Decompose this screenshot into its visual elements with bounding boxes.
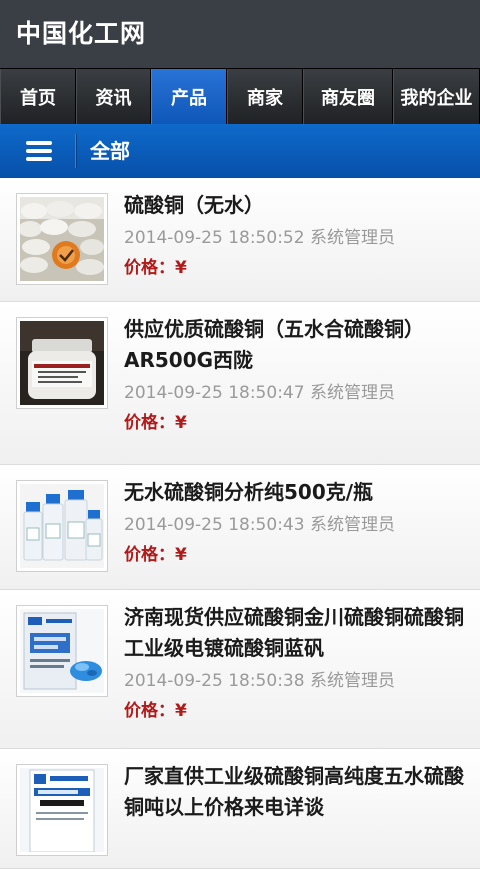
product-datetime: 2014-09-25 18:50:52 xyxy=(124,228,305,248)
header-divider xyxy=(75,134,77,168)
product-bag-label-image xyxy=(20,768,104,852)
product-title[interactable]: 济南现货供应硫酸铜金川硫酸铜硫酸铜工业级电镀硫酸铜蓝矾 xyxy=(124,602,469,664)
product-thumbnail[interactable] xyxy=(16,480,108,572)
reagent-bottles-image xyxy=(20,484,104,568)
product-datetime: 2014-09-25 18:50:47 xyxy=(124,383,305,403)
product-author: 系统管理员 xyxy=(309,515,395,535)
product-meta: 2014-09-25 18:50:43 系统管理员 xyxy=(124,510,469,540)
product-author: 系统管理员 xyxy=(309,671,395,691)
tab-products[interactable]: 产品 xyxy=(151,69,227,125)
product-thumbnail[interactable] xyxy=(16,605,108,697)
stacked-sacks-image xyxy=(20,197,104,281)
product-info: 济南现货供应硫酸铜金川硫酸铜硫酸铜工业级电镀硫酸铜蓝矾 2014-09-25 1… xyxy=(124,602,469,726)
product-meta: 2014-09-25 18:50:52 系统管理员 xyxy=(124,223,469,253)
product-price: 价格：¥ xyxy=(124,701,187,721)
product-list: 硫酸铜（无水） 2014-09-25 18:50:52 系统管理员 价格：¥ 供… xyxy=(0,178,480,869)
product-item[interactable]: 济南现货供应硫酸铜金川硫酸铜硫酸铜工业级电镀硫酸铜蓝矾 2014-09-25 1… xyxy=(0,590,480,749)
product-title[interactable]: 硫酸铜（无水） xyxy=(124,190,469,221)
tab-merchants[interactable]: 商家 xyxy=(227,69,303,125)
product-item[interactable]: 无水硫酸铜分析纯500克/瓶 2014-09-25 18:50:43 系统管理员… xyxy=(0,465,480,590)
product-title[interactable]: 厂家直供工业级硫酸铜高纯度五水硫酸铜吨以上价格来电详谈 xyxy=(124,761,469,823)
main-tab-bar: 首页 资讯 产品 商家 商友圈 我的企业 xyxy=(0,68,480,125)
tab-news[interactable]: 资讯 xyxy=(76,69,151,125)
blue-crystal-bag-image xyxy=(20,609,104,693)
product-info: 厂家直供工业级硫酸铜高纯度五水硫酸铜吨以上价格来电详谈 xyxy=(124,761,469,823)
category-header: 全部 xyxy=(0,124,480,179)
product-author: 系统管理员 xyxy=(309,228,395,248)
product-title[interactable]: 无水硫酸铜分析纯500克/瓶 xyxy=(124,477,469,508)
product-price: 价格：¥ xyxy=(124,258,187,278)
product-datetime: 2014-09-25 18:50:43 xyxy=(124,515,305,535)
product-price: 价格：¥ xyxy=(124,413,187,433)
tab-home[interactable]: 首页 xyxy=(0,69,76,125)
product-datetime: 2014-09-25 18:50:38 xyxy=(124,671,305,691)
product-item[interactable]: 硫酸铜（无水） 2014-09-25 18:50:52 系统管理员 价格：¥ xyxy=(0,178,480,302)
product-meta: 2014-09-25 18:50:47 系统管理员 xyxy=(124,378,469,408)
category-label[interactable]: 全部 xyxy=(90,136,130,166)
product-meta: 2014-09-25 18:50:38 系统管理员 xyxy=(124,666,469,696)
product-info: 硫酸铜（无水） 2014-09-25 18:50:52 系统管理员 价格：¥ xyxy=(124,190,469,283)
product-author: 系统管理员 xyxy=(309,383,395,403)
reagent-jar-image xyxy=(20,321,104,405)
product-price: 价格：¥ xyxy=(124,545,187,565)
hamburger-menu-icon[interactable] xyxy=(14,135,64,167)
product-thumbnail[interactable] xyxy=(16,764,108,856)
product-info: 供应优质硫酸铜（五水合硫酸铜）AR500G西陇 2014-09-25 18:50… xyxy=(124,314,469,438)
product-item[interactable]: 厂家直供工业级硫酸铜高纯度五水硫酸铜吨以上价格来电详谈 xyxy=(0,749,480,869)
product-item[interactable]: 供应优质硫酸铜（五水合硫酸铜）AR500G西陇 2014-09-25 18:50… xyxy=(0,302,480,465)
app-title: 中国化工网 xyxy=(16,19,147,48)
product-info: 无水硫酸铜分析纯500克/瓶 2014-09-25 18:50:43 系统管理员… xyxy=(124,477,469,570)
tab-business-friends[interactable]: 商友圈 xyxy=(303,69,393,125)
product-thumbnail[interactable] xyxy=(16,193,108,285)
product-thumbnail[interactable] xyxy=(16,317,108,409)
product-title[interactable]: 供应优质硫酸铜（五水合硫酸铜）AR500G西陇 xyxy=(124,314,469,376)
top-app-bar: 中国化工网 xyxy=(0,0,480,69)
tab-my-company[interactable]: 我的企业 xyxy=(393,69,480,125)
